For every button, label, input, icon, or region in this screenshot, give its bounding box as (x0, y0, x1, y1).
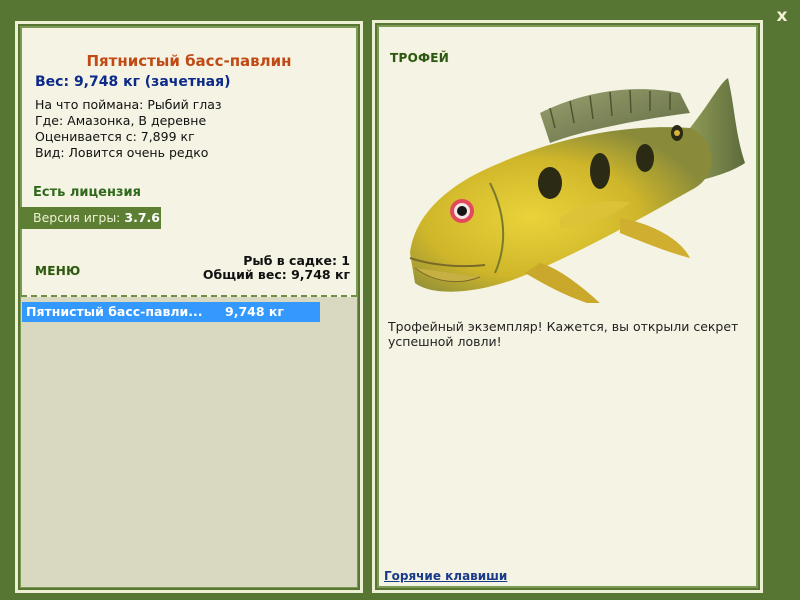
total-weight: Общий вес: 9,748 кг (202, 267, 350, 282)
license-status: Есть лицензия (33, 185, 141, 200)
game-version-value: 3.7.6 (124, 210, 160, 225)
fish-count: Рыб в садке: 1 (243, 253, 350, 268)
catch-list (21, 297, 357, 587)
location-info: Где: Амазонка, В деревне (35, 113, 207, 128)
fish-image (409, 78, 745, 303)
keepnet-stats: Рыб в садке: 1 Общий вес: 9,748 кг (203, 254, 350, 282)
game-version-badge: Версия игры: 3.7.6 (18, 207, 161, 229)
game-version-label: Версия игры: (33, 210, 121, 225)
close-button[interactable]: x (771, 6, 793, 26)
catch-item-name: Пятнистый басс-павли... (26, 304, 203, 319)
fish-info-panel: Пятнистый басс-павлин Вес: 9,748 кг (зач… (15, 21, 363, 593)
caught-with-info: На что поймана: Рыбий глаз (35, 97, 222, 112)
rarity-info: Вид: Ловится очень редко (35, 145, 209, 160)
hotkeys-link[interactable]: Горячие клавиши (384, 569, 507, 583)
fish-weight: Вес: 9,748 кг (зачетная) (35, 74, 231, 90)
catch-item-weight: 9,748 кг (225, 304, 284, 319)
trophy-description: Трофейный экземпляр! Кажется, вы открыли… (388, 319, 739, 349)
rated-from-info: Оценивается с: 7,899 кг (35, 129, 195, 144)
fish-name-title: Пятнистый басс-павлин (86, 52, 292, 70)
menu-button[interactable]: МЕНЮ (35, 264, 80, 278)
catch-list-item[interactable]: Пятнистый басс-павли... 9,748 кг (22, 302, 320, 322)
trophy-label: ТРОФЕЙ (390, 51, 450, 65)
trophy-panel: ТРОФЕЙ Трофейный экземпляр! Кажется, вы … (372, 20, 763, 593)
